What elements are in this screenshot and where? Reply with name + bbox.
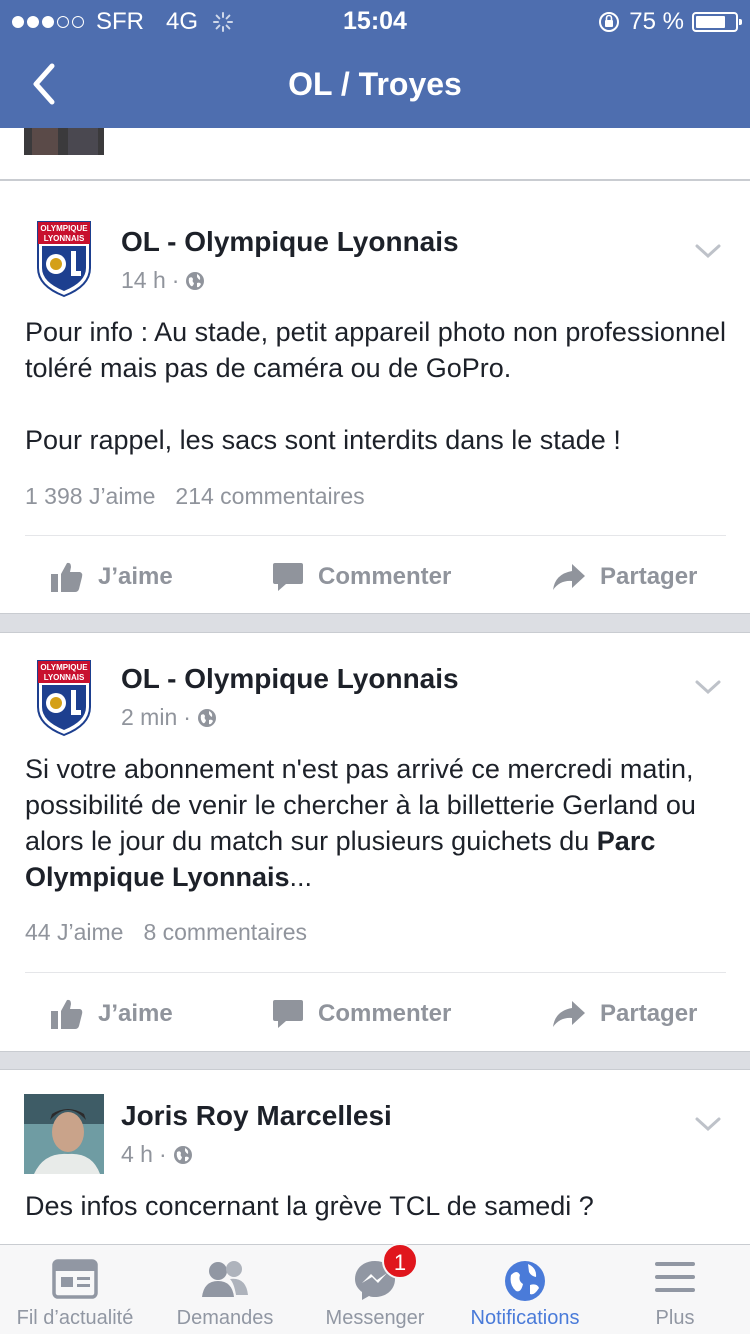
like-label: J’aime <box>98 1000 173 1027</box>
globe-icon <box>197 708 216 727</box>
comment-button[interactable]: Commenter <box>272 974 451 1054</box>
divider <box>25 972 726 973</box>
comment-count[interactable]: 214 commentaires <box>175 483 364 510</box>
globe-icon <box>505 1261 545 1301</box>
globe-icon <box>186 271 205 290</box>
tab-bar: Fil d’actualité Demandes 1 Messenger Not… <box>0 1243 750 1334</box>
status-right: 75 % <box>597 8 742 36</box>
post-author[interactable]: OL - Olympique Lyonnais <box>121 663 459 695</box>
comment-icon <box>273 563 303 591</box>
like-count[interactable]: 1 398 J’aime <box>25 483 155 510</box>
share-arrow-icon <box>553 1001 585 1027</box>
profile-photo-icon <box>24 1094 104 1174</box>
globe-icon <box>173 1145 192 1164</box>
divider <box>25 535 726 536</box>
tab-news-feed[interactable]: Fil d’actualité <box>0 1245 150 1334</box>
avatar <box>24 128 104 155</box>
chevron-down-icon[interactable] <box>694 1114 722 1134</box>
tab-label: Plus <box>655 1307 695 1329</box>
tab-messenger[interactable]: 1 Messenger <box>300 1243 450 1334</box>
post-meta: 2 min · <box>121 704 217 731</box>
post-card: Joris Roy Marcellesi 4 h · Des infos con… <box>0 1069 750 1244</box>
ol-logo-icon: OLYMPIQUE LYONNAIS <box>37 221 91 298</box>
tab-label: Fil d’actualité <box>16 1307 134 1329</box>
post-author[interactable]: Joris Roy Marcellesi <box>121 1100 392 1132</box>
post-meta: 14 h · <box>121 267 205 294</box>
share-arrow-icon <box>553 564 585 590</box>
battery-percent: 75 % <box>629 8 684 35</box>
post-actions: J’aime Commenter Partager <box>0 974 750 1054</box>
like-label: J’aime <box>98 563 173 590</box>
tab-label: Messenger <box>325 1307 425 1329</box>
comment-icon <box>273 1000 303 1028</box>
post-body-text: Si votre abonnement n'est pas arrivé ce … <box>25 754 696 856</box>
tab-notifications[interactable]: Notifications <box>450 1245 600 1334</box>
comment-button[interactable]: Commenter <box>272 537 451 617</box>
share-label: Partager <box>600 1000 698 1027</box>
orientation-lock-icon <box>599 12 620 32</box>
feed[interactable]: OLYMPIQUE LYONNAIS OL - Olympique Lyonna… <box>0 128 750 1244</box>
post-time[interactable]: 4 h <box>121 1141 153 1168</box>
like-button[interactable]: J’aime <box>50 974 173 1054</box>
thumbs-up-icon <box>51 562 83 592</box>
comment-label: Commenter <box>318 563 452 590</box>
post-body-ellipsis: ... <box>289 862 313 892</box>
meta-separator: · <box>171 267 180 293</box>
post-actions: J’aime Commenter Partager <box>0 537 750 617</box>
svg-text:LYONNAIS: LYONNAIS <box>44 234 85 243</box>
post-card: OLYMPIQUE LYONNAIS OL - Olympique Lyonna… <box>0 180 750 614</box>
post-meta: 4 h · <box>121 1141 193 1168</box>
notification-badge: 1 <box>382 1243 418 1279</box>
avatar[interactable] <box>24 1094 104 1174</box>
tab-requests[interactable]: Demandes <box>150 1245 300 1334</box>
comment-label: Commenter <box>318 1000 452 1027</box>
svg-text:LYONNAIS: LYONNAIS <box>44 673 85 682</box>
chevron-down-icon[interactable] <box>694 241 722 261</box>
menu-icon <box>655 1262 695 1292</box>
post-stats: 1 398 J’aime 214 commentaires <box>25 483 365 510</box>
like-count[interactable]: 44 J’aime <box>25 919 123 946</box>
post-time[interactable]: 2 min <box>121 704 177 731</box>
chevron-down-icon[interactable] <box>694 677 722 697</box>
meta-separator: · <box>183 704 191 730</box>
avatar[interactable]: OLYMPIQUE LYONNAIS <box>24 657 104 737</box>
share-button[interactable]: Partager <box>552 974 697 1054</box>
nav-bar: OL / Troyes <box>0 40 750 128</box>
ol-logo-icon: OLYMPIQUE LYONNAIS <box>37 660 91 737</box>
news-feed-icon <box>52 1259 98 1299</box>
post-stats: 44 J’aime 8 commentaires <box>25 919 307 946</box>
post-author[interactable]: OL - Olympique Lyonnais <box>121 226 459 258</box>
status-bar: SFR 4G 15:04 75 % <box>0 0 750 40</box>
post-body: Si votre abonnement n'est pas arrivé ce … <box>25 751 730 895</box>
page-title: OL / Troyes <box>288 66 462 102</box>
svg-text:OLYMPIQUE: OLYMPIQUE <box>40 224 88 233</box>
post-time[interactable]: 14 h <box>121 267 166 294</box>
meta-separator: · <box>158 1141 167 1167</box>
share-label: Partager <box>600 563 698 590</box>
tab-label: Notifications <box>470 1307 580 1329</box>
post-body: Des infos concernant la grève TCL de sam… <box>25 1191 594 1221</box>
like-button[interactable]: J’aime <box>50 537 173 617</box>
tab-label: Demandes <box>176 1307 274 1329</box>
friend-requests-icon <box>202 1261 248 1297</box>
comment-count[interactable]: 8 commentaires <box>143 919 307 946</box>
thumbs-up-icon <box>51 999 83 1029</box>
battery-icon <box>692 12 742 32</box>
header-bar: SFR 4G 15:04 75 % OL / Troyes <box>0 0 750 128</box>
post-body: Pour info : Au stade, petit appareil pho… <box>25 317 726 455</box>
previous-post-fragment <box>0 128 750 180</box>
svg-text:OLYMPIQUE: OLYMPIQUE <box>40 663 88 672</box>
share-button[interactable]: Partager <box>552 537 697 617</box>
post-card: OLYMPIQUE LYONNAIS OL - Olympique Lyonna… <box>0 632 750 1052</box>
tab-more[interactable]: Plus <box>600 1245 750 1334</box>
avatar[interactable]: OLYMPIQUE LYONNAIS <box>24 218 104 298</box>
